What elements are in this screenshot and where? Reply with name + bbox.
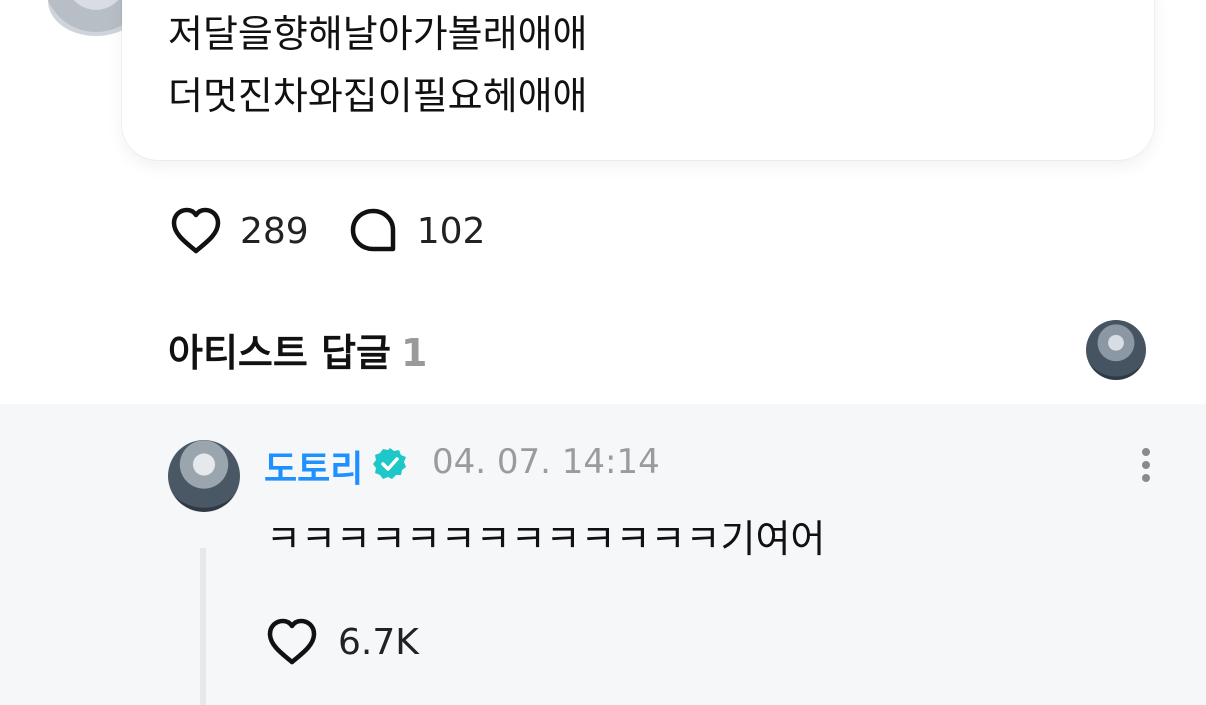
speech-bubble-icon	[345, 203, 401, 259]
artist-replies-title: 아티스트 답글 1	[168, 322, 427, 377]
reply-timestamp: 04. 07. 14:14	[432, 442, 660, 482]
like-count: 289	[240, 210, 309, 252]
artist-avatar[interactable]	[1086, 320, 1146, 380]
artist-replies-count: 1	[401, 331, 428, 375]
reply-like-button[interactable]: 6.7K	[264, 614, 419, 670]
reply-text: ㅋㅋㅋㅋㅋㅋㅋㅋㅋㅋㅋㅋㅋ기여어	[266, 517, 826, 561]
reply-author-name[interactable]: 도토리	[264, 440, 363, 492]
reply-author-avatar[interactable]	[168, 440, 240, 512]
post-detail-screen: 저달을향해날아가볼래애애 더멋진차와집이필요헤애애 289 102 아티스트 답…	[0, 0, 1206, 705]
post-text-line-2: 더멋진차와집이필요헤애애	[168, 74, 588, 118]
post-text-line-1: 저달을향해날아가볼래애애	[168, 12, 588, 56]
vertical-dots-icon[interactable]	[1130, 444, 1162, 488]
thread-line	[200, 548, 206, 705]
heart-outline-icon	[264, 614, 320, 670]
like-button[interactable]: 289	[168, 203, 309, 259]
comment-button[interactable]: 102	[345, 203, 486, 259]
verified-badge-icon	[373, 448, 406, 479]
artist-replies-label: 아티스트 답글	[168, 331, 391, 375]
reply-like-count: 6.7K	[338, 621, 419, 663]
heart-outline-icon	[168, 203, 224, 259]
post-reactions-bar: 289 102	[168, 203, 485, 259]
comment-count: 102	[416, 210, 486, 252]
